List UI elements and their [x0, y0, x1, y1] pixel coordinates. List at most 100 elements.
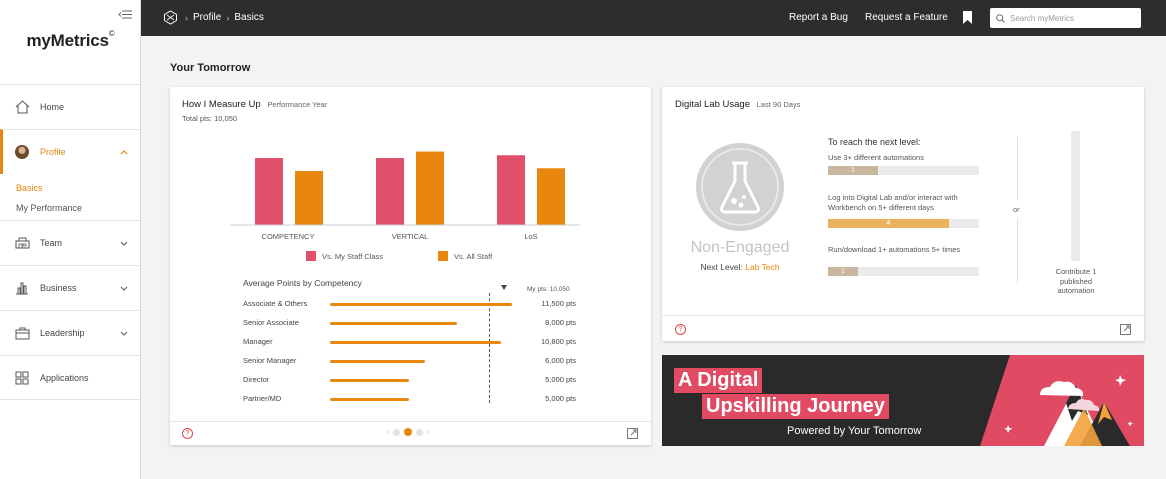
lab-card-subtitle: Last 90 Days [756, 100, 801, 109]
legend-swatch [306, 251, 316, 261]
sidebar-item-label: Profile [40, 147, 66, 157]
bar-competency-series-2 [295, 171, 323, 225]
requirement-text: Log into Digital Lab and/or interact wit… [828, 193, 958, 212]
sidebar-item-label: Business [40, 283, 77, 293]
pager-dot[interactable] [416, 428, 424, 436]
bar-los-series-2 [537, 168, 565, 225]
legend-label: Vs. All Staff [454, 251, 493, 261]
sidebar: myMetrics© Home Profile Basics My Perfor… [0, 0, 141, 479]
chevron-right-icon: › [226, 12, 230, 23]
search-input[interactable] [1010, 13, 1135, 23]
competency-row-value: 10,800 pts [540, 337, 576, 346]
expand-icon[interactable] [627, 428, 638, 439]
marker-triangle-icon [501, 285, 507, 290]
collapse-menu-icon[interactable] [118, 8, 132, 22]
pager-prev-icon[interactable]: ‹ [387, 429, 389, 436]
legend-item-all-staff: Vs. All Staff [438, 251, 492, 261]
report-bug-link[interactable]: Report a Bug [789, 12, 848, 23]
competency-row-value: 5,000 pts [545, 394, 576, 403]
or-separator: or [1013, 205, 1020, 214]
breadcrumb-profile[interactable]: Profile [193, 12, 221, 23]
bar-vertical-series-1 [376, 158, 404, 225]
banner-title-line2: Upskilling Journey [702, 394, 889, 419]
request-feature-link[interactable]: Request a Feature [865, 12, 948, 23]
legend-label: Vs. My Staff Class [322, 251, 384, 261]
avatar [15, 145, 29, 159]
banner-powered-by: Powered by Your Tomorrow [787, 425, 922, 437]
next-level-value[interactable]: Lab Tech [745, 262, 779, 272]
search-box[interactable] [990, 8, 1141, 28]
competency-row-bar [330, 341, 501, 344]
sidebar-item-leadership[interactable]: Leadership [0, 310, 140, 355]
mountains-illustration [980, 355, 1144, 446]
competency-row-value: 6,000 pts [545, 356, 576, 365]
bookmark-icon[interactable] [963, 11, 972, 24]
competency-row-value: 5,000 pts [545, 375, 576, 384]
competency-row-bar [330, 322, 457, 325]
carousel-pager[interactable]: ‹ › [387, 428, 430, 436]
requirement-progress-bar: 1 [828, 267, 979, 276]
legend-item-staff-class: Vs. My Staff Class [306, 251, 383, 261]
competency-row-label: Director [243, 375, 270, 384]
divider [1017, 219, 1018, 283]
page-title: Your Tomorrow [170, 62, 251, 74]
requirement-progress-bar: 1 [828, 166, 979, 175]
bar-vertical-series-2 [416, 151, 444, 225]
next-level-label: Next Level: [700, 262, 746, 272]
total-points: Total pts: 10,050 [182, 114, 238, 123]
help-icon[interactable]: ? [182, 428, 193, 439]
competency-row-label: Senior Manager [243, 356, 297, 365]
publish-requirement-text: Contribute 1 published automation [1055, 267, 1097, 295]
measure-card-subtitle: Performance Year [267, 100, 328, 109]
sidebar-item-home[interactable]: Home [0, 84, 140, 129]
home-icon [14, 99, 30, 115]
pager-next-icon[interactable]: › [427, 429, 429, 436]
upskilling-banner[interactable]: A Digital Upskilling Journey Powered by … [662, 355, 1144, 446]
flask-badge-icon [696, 143, 784, 231]
brand-logo[interactable]: myMetrics© [0, 29, 141, 51]
bar-los-series-1 [497, 155, 525, 225]
app-logo-icon[interactable] [163, 10, 178, 25]
chevron-down-icon [120, 283, 128, 293]
expand-icon[interactable] [1120, 324, 1131, 335]
measure-card-title: How I Measure Up Performance Year [182, 99, 327, 110]
engagement-status: Non-Engaged [690, 239, 790, 256]
my-points-label: My pts: 10,050 [527, 286, 570, 293]
help-icon[interactable]: ? [675, 324, 686, 335]
chevron-down-icon [120, 238, 128, 248]
sidebar-item-applications[interactable]: Applications [0, 355, 140, 400]
breadcrumb: › Profile › Basics [185, 12, 264, 23]
team-icon [14, 235, 30, 251]
chevron-up-icon [120, 147, 128, 157]
pager-dot[interactable] [393, 428, 401, 436]
next-level: Next Level: Lab Tech [675, 262, 805, 272]
banner-title-line1: A Digital [674, 368, 763, 393]
sidebar-item-label: Applications [40, 372, 89, 383]
x-tick-label: COMPETENCY [261, 232, 315, 241]
sidebar-item-business[interactable]: Business [0, 265, 140, 310]
divider [1017, 137, 1018, 201]
requirement-progress-bar: 4 [828, 219, 979, 228]
competency-row-label: Manager [243, 337, 273, 346]
top-bar: › Profile › Basics Report a Bug Request … [141, 0, 1166, 36]
sidebar-item-team[interactable]: Team [0, 220, 140, 265]
legend-swatch [438, 251, 448, 261]
my-points-marker [489, 293, 491, 403]
measure-card: How I Measure Up Performance Year Total … [170, 87, 651, 445]
subnav-basics[interactable]: Basics [16, 183, 43, 193]
requirement-text: Run/download 1+ automations 5+ times [828, 245, 961, 254]
requirement-progress-fill: 1 [828, 267, 859, 276]
chevron-right-icon: › [185, 12, 188, 23]
competency-row-bar [330, 360, 425, 363]
x-tick-label: VERTICAL [391, 232, 429, 241]
subnav-my-performance[interactable]: My Performance [16, 203, 82, 213]
competency-row-label: Partner/MD [243, 394, 282, 403]
performance-bar-chart [230, 151, 580, 226]
competency-row-bar [330, 303, 512, 306]
pager-dot-active[interactable] [404, 428, 413, 436]
chart-icon [14, 280, 30, 296]
grid-icon [14, 370, 30, 386]
lab-card: Digital Lab Usage Last 90 Days Non-Engag… [662, 87, 1144, 341]
sidebar-item-profile[interactable]: Profile [0, 129, 140, 174]
competency-row-bar [330, 379, 410, 382]
